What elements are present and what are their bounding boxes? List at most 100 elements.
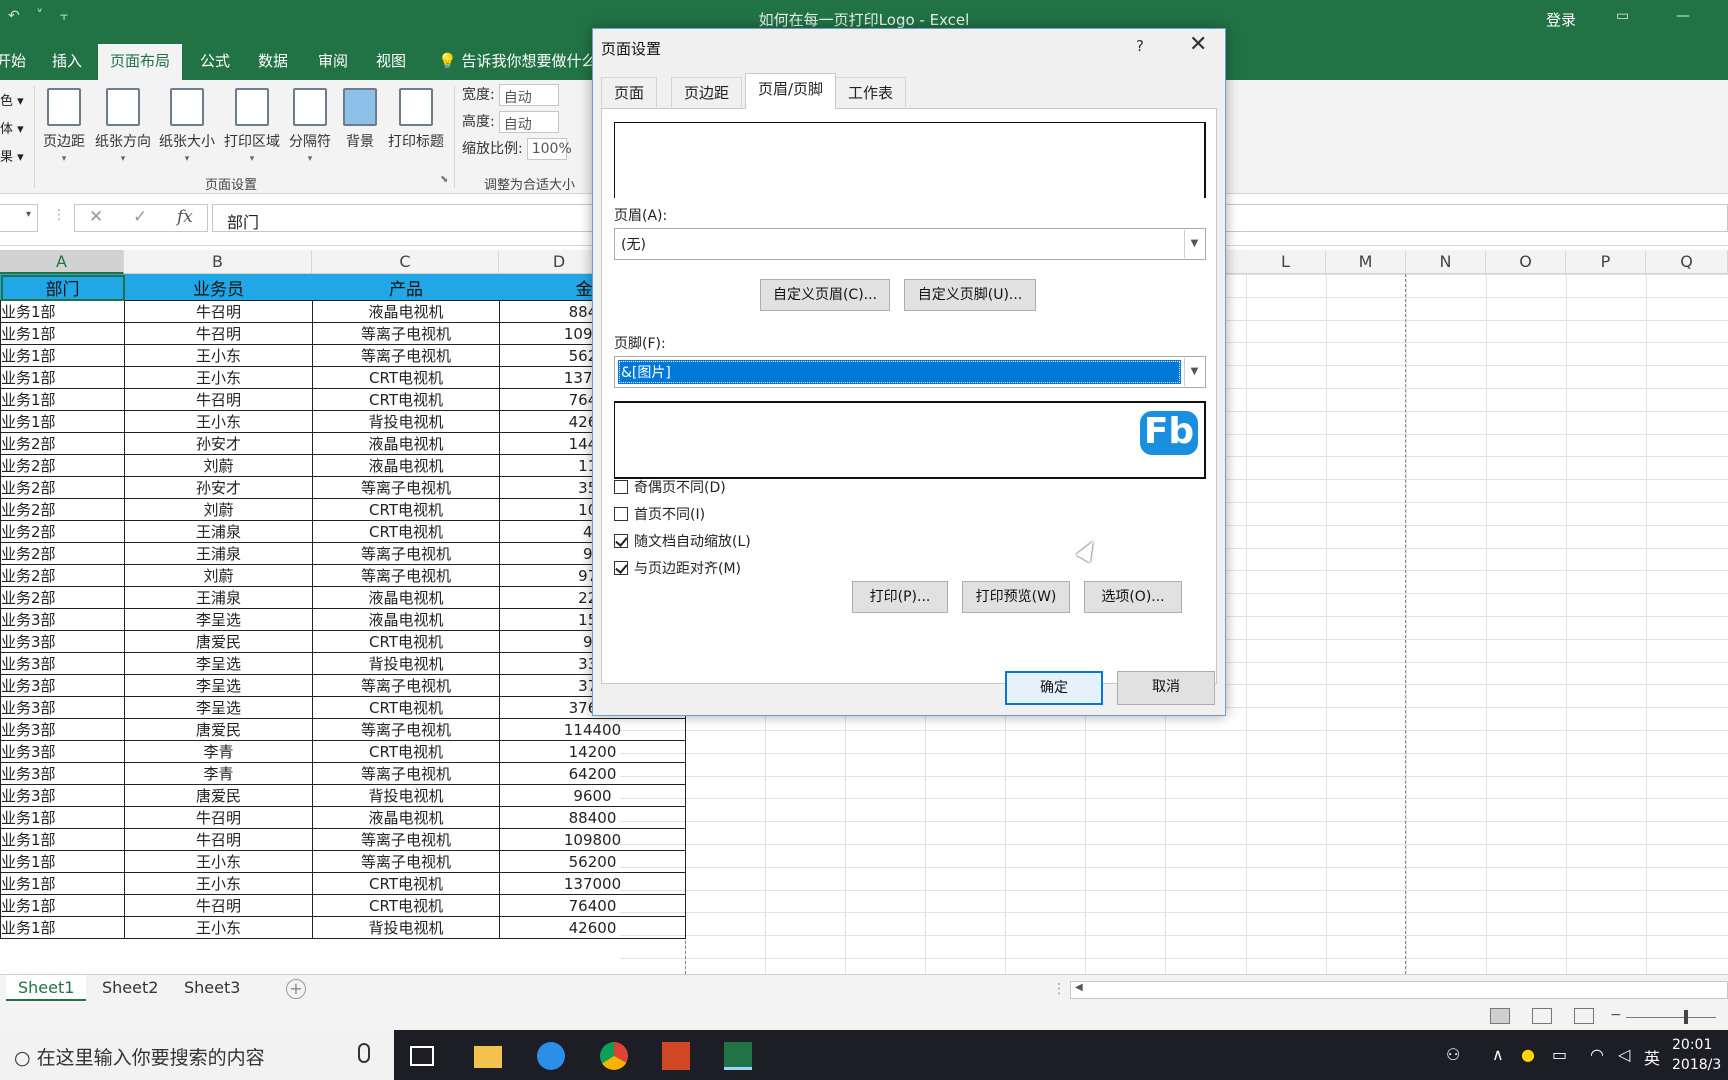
table-cell[interactable]: 液晶电视机 [312,432,500,455]
ribbon-display-icon[interactable]: ▭ [1616,8,1629,24]
task-view-icon[interactable] [410,1046,434,1066]
name-box[interactable]: ▾ [0,204,38,232]
dialog-launcher-icon[interactable]: ⬊ [440,174,448,185]
column-header-b[interactable]: B [124,250,312,274]
checkmark-icon[interactable] [614,534,628,548]
table-cell[interactable]: 64200 [499,762,686,785]
checkbox-icon[interactable] [614,480,628,494]
table-cell[interactable]: 业务3部 [0,630,125,653]
tab-data[interactable]: 数据 [258,50,288,71]
table-cell[interactable]: CRT电视机 [312,630,500,653]
ok-button[interactable]: 确定 [1005,671,1103,705]
table-cell[interactable]: 液晶电视机 [312,454,500,477]
orientation-button[interactable]: 纸张方向 ▾ [91,88,155,164]
tab-header-footer[interactable]: 页眉/页脚 [745,73,837,109]
column-header-n[interactable]: N [1406,250,1486,274]
table-cell[interactable]: CRT电视机 [312,696,500,719]
table-cell[interactable]: 9600 [499,784,686,807]
table-cell[interactable]: CRT电视机 [312,894,500,917]
table-cell[interactable]: 王浦泉 [124,586,313,609]
enter-icon[interactable]: ✓ [133,207,147,227]
tab-sheet[interactable]: 工作表 [835,77,907,107]
table-cell[interactable]: 等离子电视机 [312,476,500,499]
table-cell[interactable]: 业务2部 [0,498,125,521]
align-margins-checkbox[interactable]: 与页边距对齐(M) [614,558,741,578]
help-icon[interactable]: ? [1136,37,1144,55]
table-cell[interactable]: 王浦泉 [124,520,313,543]
tab-page[interactable]: 页面 [601,77,658,107]
width-value[interactable]: 自动 [498,84,559,106]
table-cell[interactable]: 李青 [124,740,313,763]
table-cell[interactable]: 业务2部 [0,432,125,455]
table-cell[interactable]: 业务3部 [0,762,125,785]
table-cell[interactable]: 137000 [499,872,686,895]
login-button[interactable]: 登录 [1546,9,1576,30]
print-preview-button[interactable]: 打印预览(W) [962,581,1070,613]
table-cell[interactable]: 等离子电视机 [312,322,500,345]
column-header-p[interactable]: P [1566,250,1646,274]
table-cell[interactable]: 唐爱民 [124,630,313,653]
custom-header-button[interactable]: 自定义页眉(C)... [760,279,890,311]
table-cell[interactable]: 等离子电视机 [312,344,500,367]
add-sheet-icon[interactable]: + [286,979,306,999]
column-header-a[interactable]: A [0,250,124,274]
zoom-slider-knob[interactable] [1684,1010,1688,1024]
table-cell[interactable]: 李呈选 [124,652,313,675]
table-cell[interactable]: 56200 [499,850,686,873]
table-cell[interactable]: 业务2部 [0,542,125,565]
sheet-tab-1[interactable]: Sheet1 [6,975,87,1001]
table-cell[interactable]: 牛召明 [124,894,313,917]
table-cell[interactable]: 王小东 [124,366,313,389]
table-cell[interactable]: 孙安才 [124,432,313,455]
table-cell[interactable]: 王小东 [124,850,313,873]
table-cell[interactable]: 液晶电视机 [312,300,500,323]
table-cell[interactable]: 业务2部 [0,564,125,587]
file-explorer-icon[interactable] [474,1046,502,1068]
column-header-o[interactable]: O [1486,250,1566,274]
table-cell[interactable]: 等离子电视机 [312,762,500,785]
header-cell[interactable]: 产品 [312,274,500,301]
themes-fonts[interactable]: 体 ▾ [0,118,24,137]
column-header-q[interactable]: Q [1646,250,1728,274]
odd-even-checkbox[interactable]: 奇偶页不同(D) [614,477,726,497]
sogou-icon[interactable] [537,1042,565,1070]
table-cell[interactable]: 唐爱民 [124,718,313,741]
table-cell[interactable]: 刘蔚 [124,498,313,521]
data-table[interactable]: 部门 业务员 产品 金额 业务1部牛召明液晶电视机88400业务1部牛召明等离子… [0,274,686,939]
checkmark-icon[interactable] [614,561,628,575]
close-icon[interactable]: ✕ [1189,32,1207,57]
checkbox-icon[interactable] [614,507,628,521]
sheet-tab-2[interactable]: Sheet2 [90,975,170,1001]
height-control[interactable]: 高度: 自动 [462,111,559,133]
print-button[interactable]: 打印(P)... [852,581,948,613]
width-control[interactable]: 宽度: 自动 [462,84,559,106]
options-button[interactable]: 选项(O)... [1084,581,1182,613]
zoom-slider[interactable] [1626,1017,1716,1018]
table-cell[interactable]: 等离子电视机 [312,542,500,565]
chevron-down-icon[interactable]: ▼ [1184,358,1204,386]
table-cell[interactable]: 业务3部 [0,674,125,697]
footer-select[interactable]: &[图片] ▼ [614,356,1206,388]
table-cell[interactable]: 业务1部 [0,850,125,873]
tab-page-layout[interactable]: 页面布局 [98,44,183,80]
table-cell[interactable]: 业务3部 [0,608,125,631]
powerpoint-icon[interactable] [662,1042,690,1070]
table-cell[interactable]: 等离子电视机 [312,828,500,851]
table-cell[interactable]: 液晶电视机 [312,586,500,609]
table-cell[interactable]: CRT电视机 [312,366,500,389]
table-cell[interactable]: 业务2部 [0,454,125,477]
page-break-view-icon[interactable] [1574,1008,1594,1024]
tab-margins[interactable]: 页边距 [671,77,743,107]
table-cell[interactable]: 等离子电视机 [312,718,500,741]
table-cell[interactable]: CRT电视机 [312,872,500,895]
column-header-l[interactable]: L [1246,250,1326,274]
print-titles-button[interactable]: 打印标题 [384,88,448,151]
excel-icon[interactable] [724,1042,752,1070]
table-cell[interactable]: 业务2部 [0,520,125,543]
column-header-c[interactable]: C [312,250,499,274]
taskbar-search[interactable]: ○ 在这里输入你要搜索的内容 [0,1030,394,1080]
chevron-down-icon[interactable]: ▼ [1184,230,1204,258]
table-cell[interactable]: 李呈选 [124,608,313,631]
scale-value[interactable]: 100% [526,138,572,160]
table-cell[interactable]: 76400 [499,894,686,917]
